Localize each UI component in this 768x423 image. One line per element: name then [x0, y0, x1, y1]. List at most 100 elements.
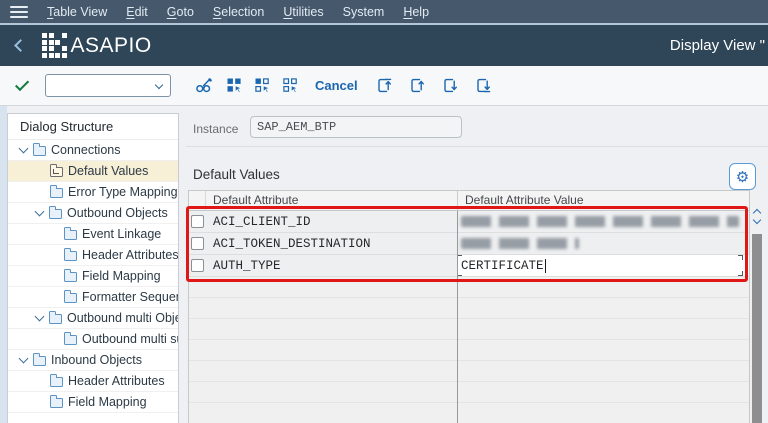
cancel-button[interactable]: Cancel	[315, 78, 358, 93]
last-page-icon[interactable]	[475, 77, 492, 94]
menu-system[interactable]: System	[343, 5, 385, 19]
sidebar-item-label: Field Mapping	[82, 269, 161, 283]
sidebar-item-field-mapping[interactable]: Field Mapping	[8, 266, 178, 287]
table-header-row: Default Attribute Default Attribute Valu…	[189, 190, 749, 211]
select-block-icon[interactable]	[254, 77, 271, 94]
sidebar-item-label: Error Type Mapping	[68, 185, 178, 199]
next-page-icon[interactable]	[442, 77, 459, 94]
attribute-cell[interactable]: AUTH_TYPE	[206, 259, 457, 273]
sidebar-item-formatter-sequence[interactable]: Formatter Sequence	[8, 287, 178, 308]
row-checkbox[interactable]	[191, 215, 204, 228]
table-row-auth-type: AUTH_TYPE CERTIFICATE	[189, 255, 749, 277]
menu-utilities[interactable]: Utilities	[283, 5, 323, 19]
sidebar-item-label: Outbound multi Objects	[67, 311, 178, 325]
menu-goto[interactable]: Goto	[167, 5, 194, 19]
column-header-default-attribute: Default Attribute	[213, 193, 299, 207]
asapio-logo-icon	[42, 33, 67, 58]
select-all-icon[interactable]	[226, 77, 243, 94]
logo-text: ASAPIO	[70, 33, 152, 57]
column-divider[interactable]	[457, 211, 458, 423]
deselect-all-icon[interactable]	[282, 77, 299, 94]
sidebar-item-error-type-mapping[interactable]: Error Type Mapping	[8, 182, 178, 203]
scrollbar-thumb[interactable]	[752, 234, 762, 423]
section-divider	[186, 146, 768, 147]
sidebar-item-label: Connections	[51, 143, 121, 157]
folder-open-icon	[32, 353, 46, 366]
sidebar-item-label: Event Linkage	[82, 227, 162, 241]
sidebar-item-label: Field Mapping	[68, 395, 147, 409]
sidebar-item-outbound-multi-objects[interactable]: Outbound multi Objects	[8, 308, 178, 329]
cell-selection-corner	[738, 255, 743, 260]
menu-help[interactable]: Help	[403, 5, 429, 19]
folder-icon	[49, 395, 63, 408]
attribute-cell[interactable]: ACI_CLIENT_ID	[206, 215, 457, 229]
empty-table-row	[189, 403, 749, 423]
folder-icon	[63, 248, 77, 261]
chevron-down-icon[interactable]	[18, 145, 33, 155]
sidebar-item-outbound-multi-sub-o[interactable]: Outbound multi sub O	[8, 329, 178, 350]
sidebar-item-header-attributes[interactable]: Header Attributes	[8, 245, 178, 266]
hamburger-menu-icon[interactable]	[10, 5, 28, 18]
enter-check-icon[interactable]	[15, 77, 30, 92]
sidebar-item-field-mapping-2[interactable]: Field Mapping	[8, 392, 178, 413]
value-cell[interactable]	[457, 211, 749, 232]
back-icon[interactable]	[14, 39, 27, 52]
redacted-value	[461, 216, 739, 227]
sidebar-item-event-linkage[interactable]: Event Linkage	[8, 224, 178, 245]
folder-open-icon	[48, 311, 62, 324]
sidebar-item-connections[interactable]: Connections	[8, 140, 178, 161]
select-column-header	[189, 191, 206, 210]
folder-icon	[63, 290, 77, 303]
chevron-down-icon[interactable]	[34, 208, 49, 218]
sidebar-item-label: Header Attributes	[82, 248, 178, 262]
dialog-structure-tree: Connections Default Values Error Type Mapp…	[8, 140, 178, 413]
sidebar-item-label: Inbound Objects	[51, 353, 143, 367]
dialog-structure-panel: Dialog Structure Connections Default Valu…	[7, 113, 179, 423]
folder-open-icon	[48, 206, 62, 219]
first-page-icon[interactable]	[376, 77, 393, 94]
sidebar-item-label: Default Values	[68, 164, 149, 178]
menu-edit[interactable]: Edit	[126, 5, 148, 19]
folder-open-icon	[32, 143, 46, 156]
menu-table-view[interactable]: Table View	[47, 5, 107, 19]
previous-page-icon[interactable]	[409, 77, 426, 94]
sidebar-item-header-attributes-2[interactable]: Header Attributes	[8, 371, 178, 392]
text-cursor	[544, 258, 547, 273]
folder-display-icon	[49, 164, 63, 177]
menu-selection[interactable]: Selection	[213, 5, 264, 19]
value-cell[interactable]: CERTIFICATE	[457, 255, 749, 276]
menu-bar: Table View Edit Goto Selection Utilities Syst…	[0, 0, 768, 25]
default-values-table: Default Attribute Default Attribute Valu…	[188, 190, 749, 423]
empty-table-row	[189, 382, 749, 403]
row-checkbox[interactable]	[191, 237, 204, 250]
sidebar-item-outbound-objects[interactable]: Outbound Objects	[8, 203, 178, 224]
row-checkbox[interactable]	[191, 259, 204, 272]
settings-gear-icon[interactable]: ⚙	[729, 163, 756, 190]
attribute-cell[interactable]: ACI_TOKEN_DESTINATION	[206, 237, 457, 251]
sidebar-item-label: Header Attributes	[68, 374, 165, 388]
section-title: Default Values	[193, 167, 280, 182]
chevron-down-icon[interactable]	[154, 80, 164, 90]
instance-label: Instance	[193, 122, 239, 136]
scroll-down-icon[interactable]	[752, 215, 762, 225]
instance-field[interactable]: SAP_AEM_BTP	[250, 116, 462, 138]
table-scrollbar[interactable]	[749, 190, 763, 423]
sidebar-item-inbound-objects[interactable]: Inbound Objects	[8, 350, 178, 371]
display-change-icon[interactable]	[195, 77, 212, 94]
application-toolbar: Cancel	[0, 66, 768, 106]
chevron-down-icon[interactable]	[18, 355, 33, 365]
table-row-aci-client-id: ACI_CLIENT_ID	[189, 211, 749, 233]
folder-icon	[49, 185, 63, 198]
command-field[interactable]	[45, 74, 171, 97]
value-cell[interactable]	[457, 233, 749, 254]
sidebar-item-label: Outbound Objects	[67, 206, 168, 220]
sidebar-item-label: Outbound multi sub O	[82, 332, 178, 346]
title-bar: ASAPIO Display View "	[0, 25, 768, 66]
redacted-value	[461, 238, 579, 249]
sidebar-item-default-values[interactable]: Default Values	[8, 161, 178, 182]
empty-table-row	[189, 340, 749, 361]
empty-table-row	[189, 361, 749, 382]
chevron-down-icon[interactable]	[34, 313, 49, 323]
empty-table-row	[189, 298, 749, 319]
dialog-structure-title: Dialog Structure	[8, 114, 178, 140]
